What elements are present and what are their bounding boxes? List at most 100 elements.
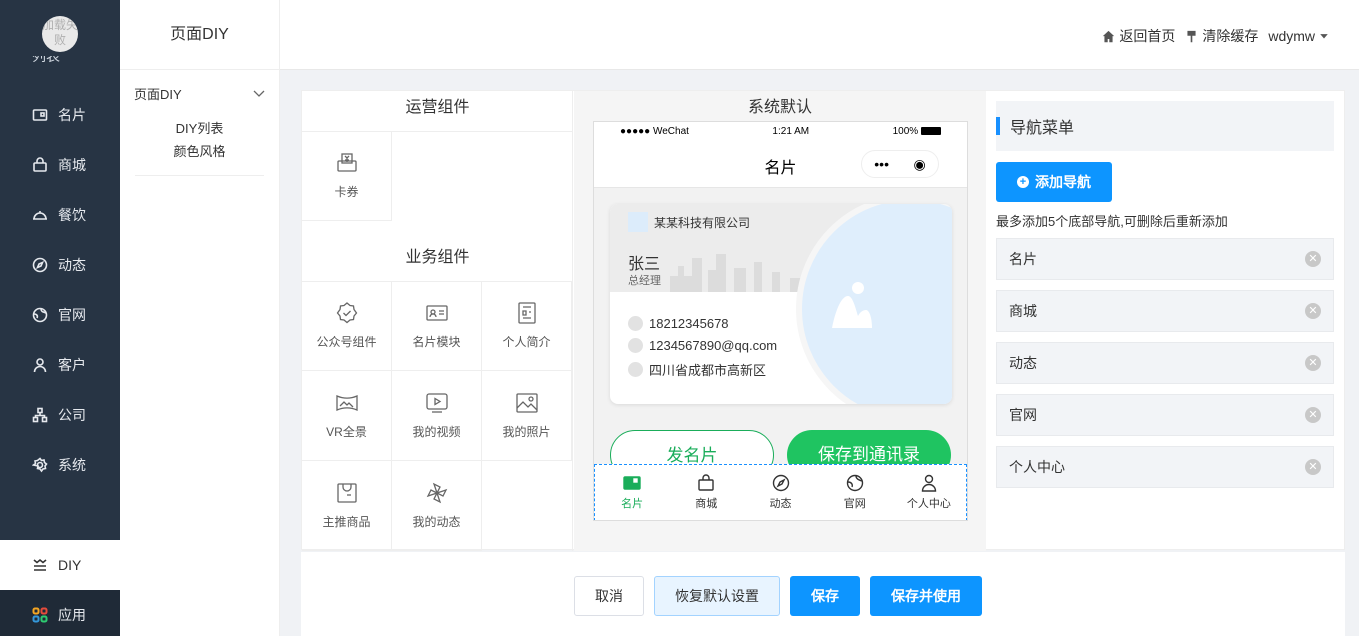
sub-nav-title: 页面DIY (120, 0, 279, 70)
badge-check-icon (336, 302, 357, 324)
image-placeholder-icon (832, 282, 872, 328)
compass-icon (772, 474, 789, 492)
phone-icon (628, 316, 643, 331)
preview-area: 系统默认 ●●●●● WeChat 1:21 AM 100% 名片 ••• ◉ (574, 91, 986, 551)
sidebar-item-moments[interactable]: 动态 (0, 240, 120, 290)
user-menu[interactable]: wdymw (1268, 28, 1329, 44)
card-address: 四川省成都市高新区 (649, 363, 767, 378)
location-icon (628, 362, 643, 377)
sidebar-item-catering[interactable]: 餐饮 (0, 190, 120, 240)
tab-card[interactable]: 名片 (595, 465, 669, 520)
sub-nav-group[interactable]: 页面DIY (120, 70, 279, 103)
mini-program-capsule: ••• ◉ (861, 150, 939, 178)
home-icon (1103, 30, 1115, 42)
tab-moments[interactable]: 动态 (743, 465, 817, 520)
phone-navbar: 名片 ••• ◉ (594, 140, 967, 188)
card-name: 张三 (628, 256, 661, 273)
save-and-use-button[interactable]: 保存并使用 (870, 576, 982, 616)
close-icon[interactable]: ✕ (1305, 251, 1321, 267)
sidebar-item-system[interactable]: 系统 (0, 440, 120, 490)
nav-item[interactable]: 官网 ✕ (996, 394, 1334, 436)
pinwheel-icon (426, 482, 447, 504)
profile-doc-icon (517, 302, 536, 324)
close-icon[interactable]: ✕ (1305, 355, 1321, 371)
shopping-bag-icon (336, 483, 357, 503)
card-email: 1234567890@qq.com (649, 338, 778, 353)
cancel-button[interactable]: 取消 (574, 576, 644, 616)
component-vr[interactable]: VR全景 (302, 371, 392, 461)
nav-item[interactable]: 动态 ✕ (996, 342, 1334, 384)
chevron-down-icon (253, 90, 265, 97)
dish-icon (33, 211, 47, 220)
component-card-module[interactable]: 名片模块 (392, 281, 482, 371)
sub-nav-color-style[interactable]: 颜色风格 (120, 140, 279, 163)
apps-icon (32, 607, 48, 623)
target-icon: ◉ (913, 155, 926, 172)
component-profile[interactable]: 个人简介 (482, 281, 572, 371)
sidebar-item-mall[interactable]: 商城 (0, 140, 120, 190)
ops-components-title: 运营组件 (405, 99, 470, 116)
image-icon (515, 393, 538, 413)
reset-default-button[interactable]: 恢复默认设置 (654, 576, 780, 616)
nav-menu-title: 导航菜单 (996, 101, 1334, 151)
nav-item[interactable]: 个人中心 ✕ (996, 446, 1334, 488)
clear-cache-link[interactable]: 清除缓存 (1185, 26, 1258, 46)
business-card: 某某科技有限公司 张三 总经理 18212345678 1234567890@q… (610, 204, 952, 404)
sidebar-item-card[interactable]: 名片 (0, 90, 120, 140)
components-panel: 运营组件 卡券 业务组件 公众号组件 名片模块 个人简介 VR全景 我的视频 我… (302, 91, 573, 551)
card-icon (623, 476, 641, 490)
close-icon[interactable]: ✕ (1305, 303, 1321, 319)
tab-website[interactable]: 官网 (818, 465, 892, 520)
user-icon (921, 474, 937, 492)
nav-item[interactable]: 名片 ✕ (996, 238, 1334, 280)
component-coupon[interactable]: 卡券 (302, 131, 392, 221)
nav-item[interactable]: 商城 ✕ (996, 290, 1334, 332)
component-featured-goods[interactable]: 主推商品 (302, 461, 392, 551)
top-header: 返回首页 清除缓存 wdymw (280, 0, 1359, 70)
preview-title: 系统默认 (747, 99, 812, 116)
add-nav-button[interactable]: + 添加导航 (996, 162, 1112, 202)
more-icon: ••• (874, 156, 889, 172)
phone-tabbar[interactable]: 名片 商城 动态 官网 个人中心 (594, 464, 967, 520)
close-icon[interactable]: ✕ (1305, 407, 1321, 423)
component-video[interactable]: 我的视频 (392, 371, 482, 461)
sidebar-item-diy[interactable]: DIY (0, 540, 120, 590)
bag-icon (698, 474, 714, 491)
sidebar-item-website[interactable]: 官网 (0, 290, 120, 340)
user-icon (33, 358, 47, 373)
biz-components-title: 业务组件 (405, 249, 470, 266)
plus-circle-icon: + (1017, 176, 1029, 188)
card-job-title: 总经理 (628, 275, 661, 287)
nav-settings-panel: 导航菜单 + 添加导航 最多添加5个底部导航,可删除后重新添加 名片 ✕ 商城 ✕ … (986, 91, 1345, 551)
card-phone: 18212345678 (649, 316, 729, 331)
tab-profile[interactable]: 个人中心 (892, 465, 966, 520)
close-icon[interactable]: ✕ (1305, 459, 1321, 475)
globe-icon (846, 474, 863, 492)
tab-mall[interactable]: 商城 (669, 465, 743, 520)
action-bar: 取消 恢复默认设置 保存 保存并使用 (301, 552, 1345, 636)
phone-status-bar: ●●●●● WeChat 1:21 AM 100% (594, 122, 967, 140)
globe-icon (32, 307, 48, 323)
diy-icon (33, 558, 47, 571)
component-official-account[interactable]: 公众号组件 (302, 281, 392, 371)
sidebar-item-apps[interactable]: 应用 (0, 590, 120, 636)
gear-icon (32, 457, 48, 473)
component-photos[interactable]: 我的照片 (482, 371, 572, 461)
home-link[interactable]: 返回首页 (1102, 26, 1175, 46)
save-button[interactable]: 保存 (790, 576, 860, 616)
sidebar-item-company[interactable]: 公司 (0, 390, 120, 440)
component-my-moments[interactable]: 我的动态 (392, 461, 482, 551)
diy-editor: 运营组件 卡券 业务组件 公众号组件 名片模块 个人简介 VR全景 我的视频 我… (301, 90, 1345, 551)
brush-icon (1187, 30, 1196, 42)
sidebar: 加载失败 列表 名片 商城 餐饮 动态 官网 客户 公司 系统 DIY 应用 (0, 0, 120, 636)
sub-navigation: 页面DIY 页面DIY DIY列表 颜色风格 (120, 0, 280, 636)
phone-preview: ●●●●● WeChat 1:21 AM 100% 名片 ••• ◉ 某某科技有… (593, 121, 968, 521)
sub-nav-diy-list[interactable]: DIY列表 (120, 117, 279, 140)
sidebar-item-list[interactable]: 列表 (32, 56, 60, 74)
divider (135, 175, 264, 176)
video-icon (425, 393, 448, 413)
logo: 加载失败 (42, 16, 78, 52)
compass-icon (32, 257, 48, 273)
sidebar-item-customer[interactable]: 客户 (0, 340, 120, 390)
battery-indicator: 100% (893, 126, 941, 137)
